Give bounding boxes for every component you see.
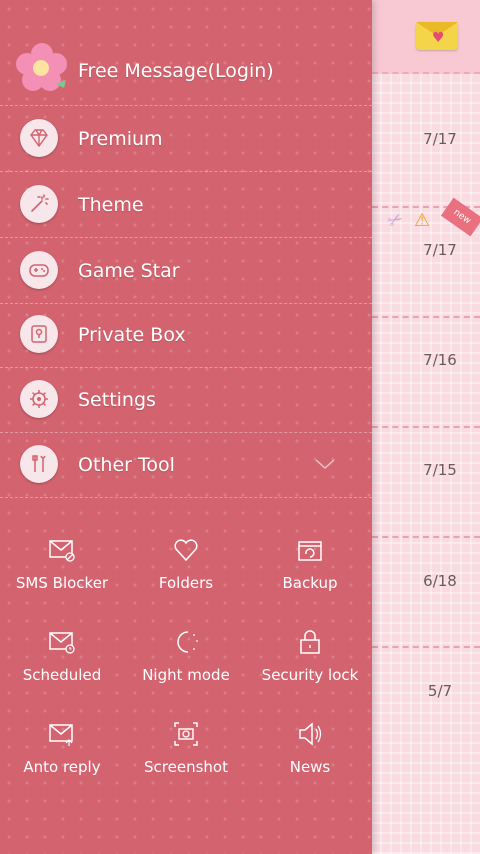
row-divider: [372, 316, 480, 318]
tools-icon: [32, 455, 46, 472]
conversation-date: 7/17: [423, 241, 457, 259]
tool-label: Scheduled: [22, 666, 102, 684]
envelope-clock-icon: [49, 632, 75, 654]
tool-security-lock[interactable]: Security lock: [248, 620, 372, 710]
envelope-icon[interactable]: [416, 22, 458, 50]
menu-item-premium[interactable]: Premium: [0, 106, 372, 172]
camera-icon: [174, 722, 198, 746]
tool-label: Folders: [158, 574, 214, 592]
menu-item-game-star[interactable]: Game Star: [0, 238, 372, 304]
conversation-date: 7/17: [423, 130, 457, 148]
tool-night-mode[interactable]: Night mode: [124, 620, 248, 710]
menu-item-label: Premium: [78, 128, 163, 150]
magic-wand-icon: [31, 194, 49, 212]
tool-label: SMS Blocker: [15, 574, 109, 592]
tool-auto-reply[interactable]: Anto reply: [0, 712, 124, 802]
tool-label: Backup: [282, 574, 338, 592]
tool-screenshot[interactable]: Screenshot: [124, 712, 248, 802]
heart-icon: [174, 539, 198, 562]
warning-icon: ⚠: [414, 210, 431, 231]
tool-label: Night mode: [142, 666, 230, 684]
menu-item-label: Private Box: [78, 324, 186, 346]
row-divider: [372, 536, 480, 538]
login-label: Free Message(Login): [78, 60, 274, 82]
keyhole-icon: [31, 325, 47, 343]
conversation-date: 5/7: [427, 682, 453, 700]
tool-label: Security lock: [261, 666, 359, 684]
tool-folders[interactable]: Folders: [124, 528, 248, 618]
speaker-icon: [299, 722, 322, 746]
envelope-reply-icon: [49, 724, 73, 746]
envelope-block-icon: [49, 540, 75, 562]
gamepad-icon: [29, 264, 49, 277]
menu-item-label: Other Tool: [78, 454, 175, 476]
menu-item-theme[interactable]: Theme: [0, 172, 372, 238]
chevron-down-icon[interactable]: [314, 456, 336, 472]
gear-icon: [30, 390, 48, 408]
tool-backup[interactable]: Backup: [248, 528, 372, 618]
moon-icon: [177, 631, 198, 653]
menu-item-label: Settings: [78, 389, 156, 411]
menu-item-label: Theme: [78, 194, 144, 216]
login-item[interactable]: Free Message(Login): [0, 36, 372, 106]
flower-avatar-icon: [16, 43, 67, 91]
conversation-date: 7/15: [423, 461, 457, 479]
menu-item-settings[interactable]: Settings: [0, 367, 372, 433]
tool-label: Anto reply: [23, 758, 101, 776]
tool-label: News: [289, 758, 331, 776]
conversation-date: 6/18: [423, 572, 457, 590]
menu-item-private-box[interactable]: Private Box: [0, 302, 372, 368]
lock-icon: [300, 630, 320, 654]
tool-sms-blocker[interactable]: SMS Blocker: [0, 528, 124, 618]
menu-item-label: Game Star: [78, 260, 180, 282]
backup-icon: [298, 541, 322, 561]
conversation-date: 7/16: [423, 351, 457, 369]
tool-news[interactable]: News: [248, 712, 372, 802]
tool-scheduled[interactable]: Scheduled: [0, 620, 124, 710]
row-divider: [372, 426, 480, 428]
divider: [0, 497, 372, 498]
tool-label: Screenshot: [144, 758, 228, 776]
row-divider: [372, 646, 480, 648]
navigation-drawer: Free Message(Login) Premium Theme Game S…: [0, 0, 372, 854]
diamond-icon: [30, 129, 48, 148]
